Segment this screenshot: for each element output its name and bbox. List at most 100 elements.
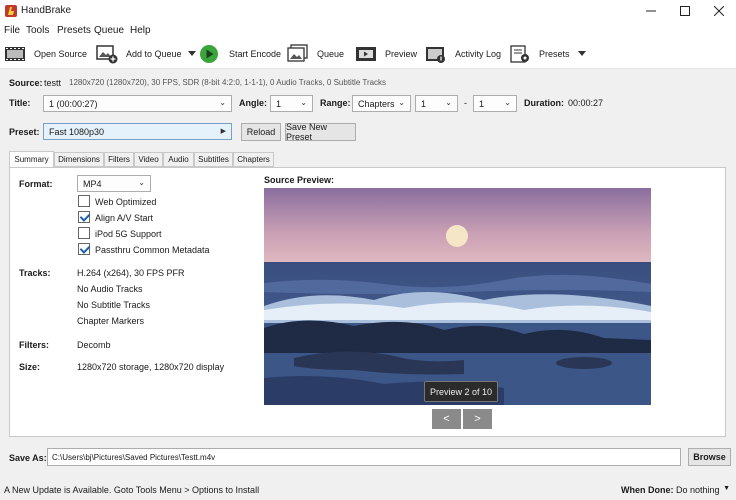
preview-film-icon: [356, 47, 376, 61]
queue-label: Queue: [317, 49, 345, 59]
start-encode-label: Start Encode: [229, 49, 282, 59]
source-label: Source:: [9, 78, 43, 88]
track-item: No Audio Tracks: [77, 284, 143, 294]
chevron-down-icon: [577, 51, 586, 56]
tab-audio[interactable]: Audio: [163, 152, 194, 167]
menu-presets[interactable]: Presets: [57, 25, 91, 36]
queue-button[interactable]: Queue: [287, 42, 344, 66]
chevron-down-icon: ⌄: [445, 98, 452, 107]
tracks-label: Tracks:: [19, 268, 51, 278]
menu-bar: File Tools Presets Queue Help: [0, 22, 736, 39]
chevron-down-icon: ⌄: [219, 98, 226, 107]
filters-value: Decomb: [77, 340, 111, 350]
format-label: Format:: [19, 179, 53, 189]
preset-select-value: Fast 1080p30: [49, 127, 105, 137]
title-label: Title:: [9, 98, 31, 108]
tab-dimensions[interactable]: Dimensions: [54, 152, 104, 167]
minimize-button[interactable]: [634, 0, 668, 22]
previous-preview-button[interactable]: <: [432, 409, 461, 429]
open-source-label: Open Source: [34, 49, 88, 59]
tab-video[interactable]: Video: [134, 152, 163, 167]
align-av-start-checkbox[interactable]: [78, 211, 90, 223]
track-item: H.264 (x264), 30 FPS PFR: [77, 268, 185, 278]
tab-filters[interactable]: Filters: [104, 152, 134, 167]
preset-label: Preset:: [9, 127, 40, 137]
ipod-5g-support-checkbox[interactable]: [78, 227, 90, 239]
format-select[interactable]: MP4 ⌄: [77, 175, 151, 192]
maximize-button[interactable]: [668, 0, 702, 22]
close-button[interactable]: [702, 0, 736, 22]
menu-queue[interactable]: Queue: [94, 25, 124, 36]
window-title: HandBrake: [21, 5, 72, 16]
tab-summary[interactable]: Summary: [9, 151, 54, 168]
source-info: 1280x720 (1280x720), 30 FPS, SDR (8-bit …: [69, 78, 387, 87]
open-source-button[interactable]: Open Source: [4, 42, 87, 66]
chevron-down-icon: ▼: [723, 485, 730, 492]
add-to-queue-label: Add to Queue: [126, 49, 182, 59]
chevron-down-icon: ⌄: [138, 178, 145, 187]
range-end-value: 1: [479, 99, 485, 109]
angle-select-value: 1: [276, 99, 282, 109]
duration-label: Duration:: [524, 98, 564, 108]
chevron-right-icon: ▶: [220, 128, 226, 135]
passthru-metadata-checkbox[interactable]: [78, 243, 90, 255]
web-optimized-checkbox[interactable]: [78, 195, 90, 207]
add-to-queue-button[interactable]: Add to Queue: [96, 42, 196, 66]
preset-select[interactable]: Fast 1080p30 ▶: [43, 123, 232, 140]
chevron-down-icon: ⌄: [300, 98, 307, 107]
range-start-value: 1: [421, 99, 427, 109]
start-encode-button[interactable]: Start Encode: [199, 42, 281, 66]
save-new-preset-button[interactable]: Save New Preset: [285, 122, 356, 142]
track-item: No Subtitle Tracks: [77, 300, 151, 310]
source-preview-label: Source Preview:: [264, 175, 335, 185]
menu-file[interactable]: File: [4, 25, 20, 36]
chevron-down-icon[interactable]: [187, 51, 196, 57]
size-value: 1280x720 storage, 1280x720 display: [77, 362, 225, 372]
tab-subtitles[interactable]: Subtitles: [194, 152, 233, 167]
next-preview-button[interactable]: >: [463, 409, 492, 429]
title-select[interactable]: 1 (00:00:27) ⌄: [43, 95, 232, 112]
title-bar: HandBrake: [0, 0, 736, 22]
close-icon: [714, 6, 724, 16]
status-bar: A New Update is Available. Goto Tools Me…: [0, 479, 736, 500]
chevron-left-icon: <: [443, 413, 450, 425]
angle-label: Angle:: [239, 98, 267, 108]
range-type-select[interactable]: Chapters ⌄: [352, 95, 411, 112]
tab-chapters[interactable]: Chapters: [233, 152, 274, 167]
range-end-select[interactable]: 1 ⌄: [473, 95, 517, 112]
format-select-value: MP4: [83, 179, 102, 189]
preview-button[interactable]: Preview: [355, 42, 417, 66]
when-done-select[interactable]: Do nothing ▼: [676, 482, 732, 497]
presets-button[interactable]: Presets: [509, 42, 586, 66]
range-label: Range:: [320, 98, 351, 108]
queue-icon: [287, 44, 308, 62]
browse-button[interactable]: Browse: [688, 448, 731, 466]
chevron-right-icon: >: [474, 413, 481, 425]
toolbar: Open Source Add to Queue Start Encode Qu…: [0, 39, 736, 69]
presets-label: Presets: [539, 49, 570, 59]
activity-log-icon: [426, 47, 445, 63]
save-as-label: Save As:: [9, 453, 47, 463]
preview-counter: Preview 2 of 10: [424, 381, 498, 402]
handbrake-logo-icon: [5, 5, 17, 17]
range-dash: -: [464, 98, 467, 108]
range-start-select[interactable]: 1 ⌄: [415, 95, 458, 112]
menu-tools[interactable]: Tools: [26, 25, 49, 36]
size-label: Size:: [19, 362, 41, 372]
range-type-value: Chapters: [358, 99, 395, 109]
align-av-start-label: Align A/V Start: [95, 213, 154, 223]
reload-button[interactable]: Reload: [241, 123, 281, 141]
duration-value: 00:00:27: [568, 98, 604, 108]
ipod-5g-support-label: iPod 5G Support: [95, 229, 162, 239]
update-notice: A New Update is Available. Goto Tools Me…: [4, 485, 260, 495]
source-name: testt: [44, 78, 62, 88]
angle-select[interactable]: 1 ⌄: [270, 95, 313, 112]
menu-help[interactable]: Help: [130, 25, 151, 36]
minimize-icon: [646, 10, 656, 12]
filters-label: Filters:: [19, 340, 50, 350]
track-item: Chapter Markers: [77, 316, 145, 326]
save-as-path-input[interactable]: C:\Users\bj\Pictures\Saved Pictures\Test…: [47, 448, 681, 466]
activity-log-label: Activity Log: [455, 49, 502, 59]
preview-label: Preview: [385, 49, 418, 59]
activity-log-button[interactable]: Activity Log: [425, 42, 501, 66]
